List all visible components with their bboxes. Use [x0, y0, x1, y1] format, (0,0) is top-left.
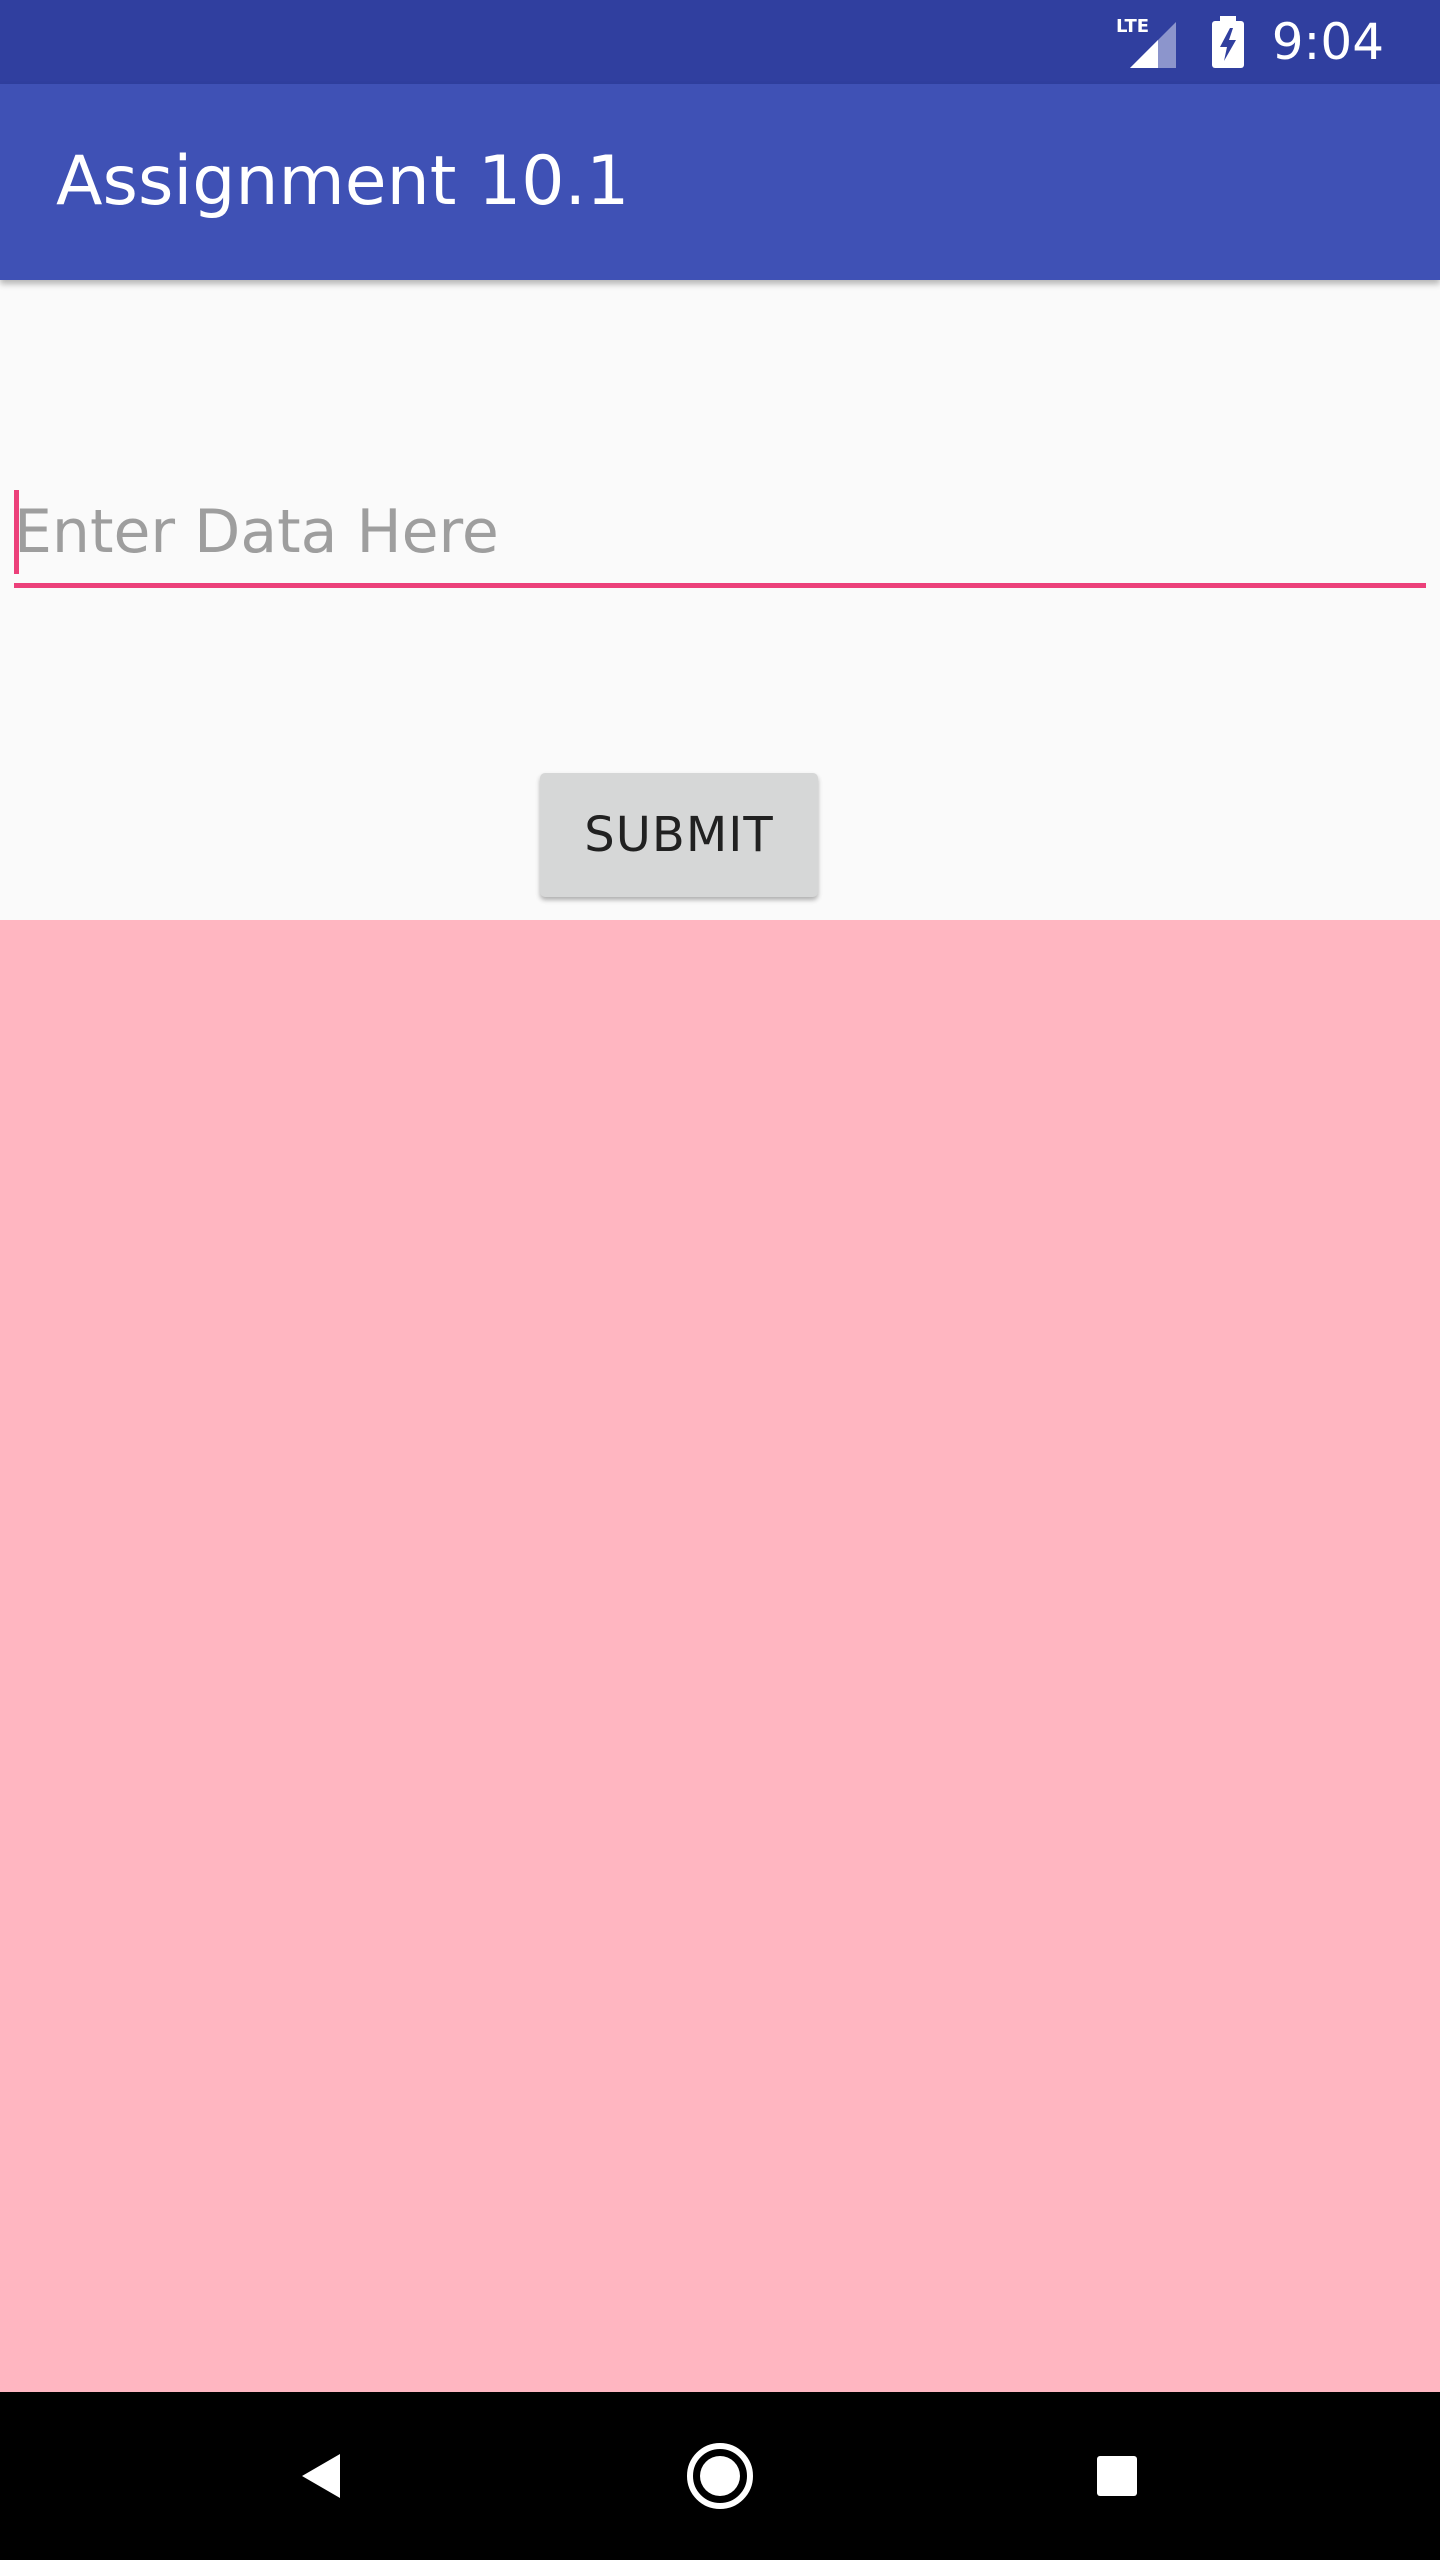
submit-button[interactable]: SUBMIT: [540, 773, 818, 897]
app-title: Assignment 10.1: [56, 142, 630, 221]
form-area: SUBMIT: [0, 280, 1440, 920]
navigation-bar: [0, 2392, 1440, 2560]
back-icon[interactable]: [278, 2432, 366, 2520]
status-icons: LTE 9:04: [1116, 0, 1384, 84]
status-bar: LTE 9:04: [0, 0, 1440, 84]
home-icon[interactable]: [676, 2432, 764, 2520]
pink-panel: [0, 920, 1440, 2392]
battery-charging-icon: [1210, 14, 1246, 70]
recents-icon[interactable]: [1073, 2432, 1161, 2520]
status-time: 9:04: [1271, 13, 1384, 71]
data-input[interactable]: [14, 480, 1426, 588]
text-cursor: [14, 490, 19, 574]
app-bar: Assignment 10.1: [0, 84, 1440, 280]
network-label: LTE: [1116, 16, 1149, 37]
lte-signal-icon: LTE: [1116, 14, 1180, 70]
